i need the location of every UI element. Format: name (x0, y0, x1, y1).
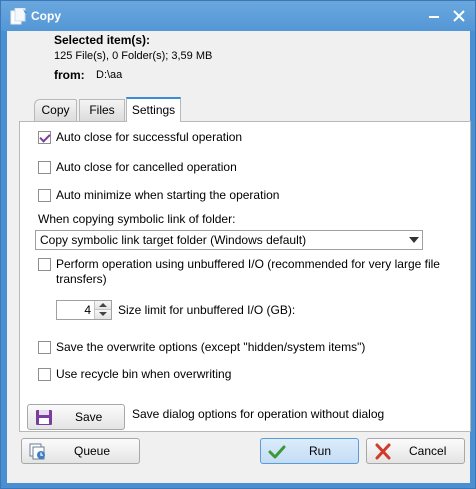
unbuffered-label-line2: transfers) (56, 272, 107, 286)
size-limit-stepper[interactable]: 4 (56, 300, 112, 320)
auto-close-success-option[interactable]: Auto close for successful operation (38, 130, 242, 146)
copy-document-icon (10, 8, 27, 25)
unbuffered-label: Perform operation using unbuffered I/O (… (56, 257, 440, 287)
size-limit-label: Size limit for unbuffered I/O (GB): (118, 303, 296, 317)
close-icon[interactable] (450, 7, 468, 25)
auto-close-cancelled-checkbox[interactable] (38, 161, 51, 174)
run-button[interactable]: Run (260, 438, 359, 464)
floppy-disk-icon (36, 410, 52, 425)
queue-button[interactable]: Queue (21, 438, 140, 464)
tab-copy[interactable]: Copy (34, 99, 77, 121)
auto-close-cancelled-option[interactable]: Auto close for cancelled operation (38, 160, 237, 176)
save-overwrite-label: Save the overwrite options (except "hidd… (56, 340, 366, 354)
auto-close-success-label: Auto close for successful operation (56, 130, 243, 144)
save-button-label: Save (75, 410, 103, 424)
copy-dialog: Copy Selected item(s): 125 File(s), 0 Fo… (0, 0, 476, 489)
symlink-label: When copying symbolic link of folder: (38, 212, 236, 226)
chevron-down-icon[interactable] (409, 237, 419, 243)
unbuffered-option[interactable]: Perform operation using unbuffered I/O (… (38, 257, 440, 289)
save-overwrite-checkbox[interactable] (38, 341, 51, 354)
checkmark-icon (268, 445, 286, 459)
queue-button-label: Queue (74, 444, 111, 458)
auto-close-cancelled-label: Auto close for cancelled operation (56, 160, 237, 174)
auto-minimize-label: Auto minimize when starting the operatio… (56, 188, 280, 202)
auto-minimize-checkbox[interactable] (38, 189, 51, 202)
title-bar[interactable]: Copy (1, 1, 475, 31)
settings-panel: Auto close for successful operation Auto… (19, 121, 471, 432)
save-hint: Save dialog options for operation withou… (132, 407, 385, 421)
save-overwrite-option[interactable]: Save the overwrite options (except "hidd… (38, 340, 365, 356)
symlink-dropdown[interactable]: Copy symbolic link target folder (Window… (35, 230, 423, 250)
from-label: from: (54, 68, 85, 82)
auto-minimize-option[interactable]: Auto minimize when starting the operatio… (38, 188, 279, 204)
tab-files[interactable]: Files (79, 99, 125, 121)
recycle-bin-label: Use recycle bin when overwriting (56, 367, 232, 381)
spin-down-icon[interactable] (94, 310, 111, 319)
recycle-bin-option[interactable]: Use recycle bin when overwriting (38, 367, 231, 383)
queue-icon (29, 443, 45, 460)
cancel-button-label: Cancel (409, 444, 447, 458)
recycle-bin-checkbox[interactable] (38, 368, 51, 381)
x-icon (375, 443, 391, 460)
cancel-button[interactable]: Cancel (366, 438, 465, 464)
from-path: D:\aa (96, 69, 123, 81)
auto-close-success-checkbox[interactable] (38, 131, 51, 144)
spin-up-icon[interactable] (94, 301, 111, 310)
selected-items-heading: Selected item(s): (54, 33, 151, 47)
run-button-label: Run (309, 444, 332, 458)
dialog-body: Selected item(s): 125 File(s), 0 Folder(… (7, 31, 471, 483)
unbuffered-checkbox[interactable] (38, 258, 51, 271)
unbuffered-label-line1: Perform operation using unbuffered I/O (… (56, 257, 440, 271)
symlink-dropdown-value: Copy symbolic link target folder (Window… (40, 233, 307, 247)
save-button[interactable]: Save (27, 404, 125, 430)
selected-items-info: 125 File(s), 0 Folder(s); 3,59 MB (54, 50, 213, 62)
tab-settings[interactable]: Settings (126, 97, 181, 122)
size-limit-value[interactable]: 4 (84, 303, 91, 317)
window-title: Copy (31, 9, 61, 23)
minimize-icon[interactable] (425, 7, 443, 25)
